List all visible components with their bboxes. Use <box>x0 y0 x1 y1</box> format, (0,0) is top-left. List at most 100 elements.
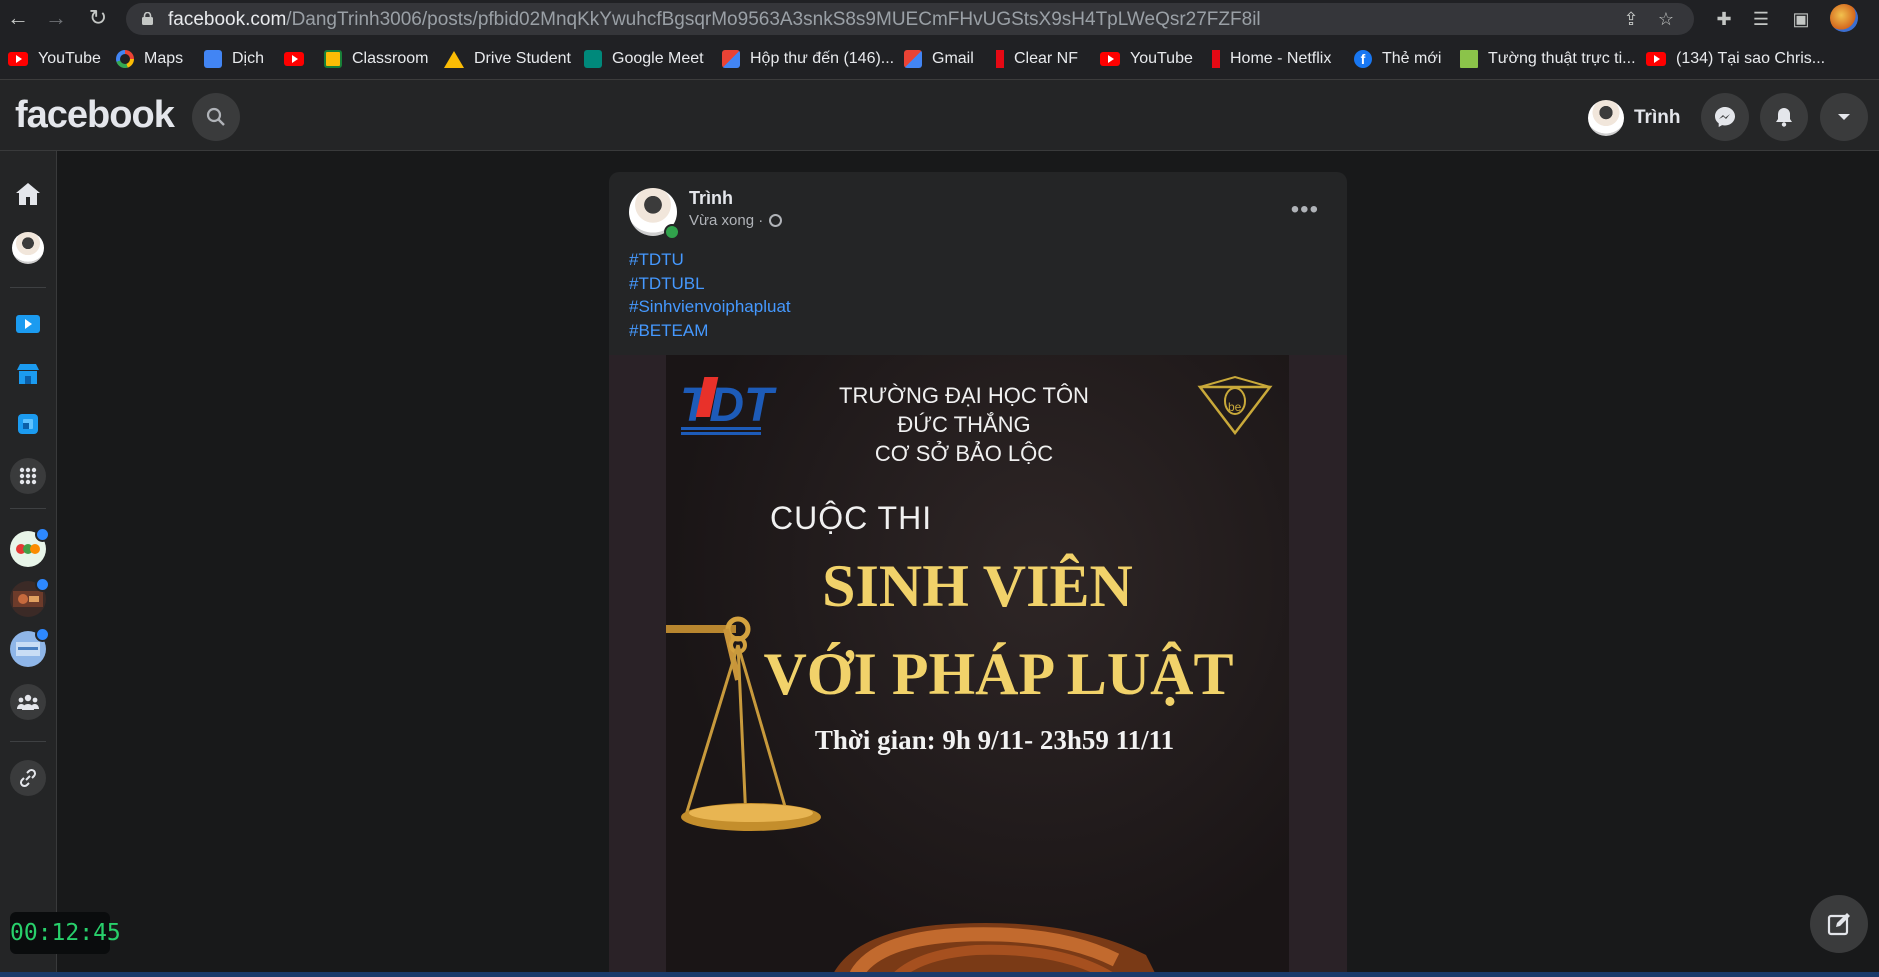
messenger-button[interactable] <box>1701 93 1749 141</box>
youtube-icon <box>1646 52 1666 66</box>
site-icon <box>1460 50 1478 68</box>
beteam-badge-icon: be <box>1197 375 1273 435</box>
contest-poster-image[interactable]: TDT TRƯỜNG ĐẠI HỌC TÔN ĐỨC THẮNG CƠ SỞ B… <box>666 355 1289 977</box>
back-arrow-icon[interactable]: ← <box>6 6 30 30</box>
profile-name: Trình <box>1634 107 1681 128</box>
unread-dot <box>35 627 50 642</box>
bookmark-clear-nf[interactable]: Clear NF <box>996 48 1078 70</box>
search-icon <box>206 107 225 126</box>
gavel-illustration <box>831 923 1157 977</box>
link-button[interactable] <box>10 760 46 796</box>
bookmark-drive-student[interactable]: Drive Student <box>444 48 571 70</box>
notifications-button[interactable] <box>1760 93 1808 141</box>
star-icon[interactable]: ☆ <box>1656 9 1676 29</box>
globe-icon <box>769 214 783 227</box>
facebook-logo[interactable]: facebook <box>15 94 175 137</box>
profile-shortcut[interactable]: Trình <box>1588 98 1680 138</box>
hashtag-link[interactable]: #Sinhvienvoiphapluat <box>629 295 791 319</box>
url-text[interactable]: facebook.com/DangTrinh3006/posts/pfbid02… <box>168 9 1261 31</box>
compose-icon <box>1827 913 1850 936</box>
post-author-name[interactable]: Trình <box>689 188 733 209</box>
tdt-university-logo: TDT <box>680 377 777 435</box>
svg-text:be: be <box>1228 400 1242 414</box>
shortcut-page-1[interactable] <box>10 527 50 567</box>
classroom-icon <box>324 50 342 68</box>
video-icon <box>16 315 40 333</box>
bookmark-translate[interactable]: Dịch <box>204 48 264 70</box>
bookmark-maps[interactable]: Maps <box>116 48 183 70</box>
browser-toolbar: ← → ↻ facebook.com/DangTrinh3006/posts/p… <box>0 0 1879 37</box>
group-thumbnail-icon <box>16 642 40 656</box>
youtube-icon <box>8 52 28 66</box>
lock-icon <box>142 12 153 25</box>
forward-arrow-icon[interactable]: → <box>44 6 68 30</box>
post-hashtags: #TDTU #TDTUBL #Sinhvienvoiphapluat #BETE… <box>629 248 791 342</box>
bookmark-live-report[interactable]: Tường thuật trực ti... <box>1460 48 1636 70</box>
shop-icon <box>17 364 39 384</box>
hashtag-link[interactable]: #TDTUBL <box>629 272 791 296</box>
online-status-dot <box>664 224 680 240</box>
youtube-icon <box>1100 52 1120 66</box>
recording-timer: 00:12:45 <box>10 912 121 954</box>
gmail-icon <box>904 50 922 68</box>
tdt-logo-text: TDT <box>680 379 777 432</box>
hashtag-link[interactable]: #BETEAM <box>629 319 791 343</box>
bookmark-youtube-video[interactable]: (134) Tại sao Chris... <box>1646 48 1825 70</box>
post-timestamp[interactable]: Vừa xong · <box>689 212 763 229</box>
chevron-down-icon <box>1838 114 1850 120</box>
taskbar-edge <box>0 972 1879 977</box>
more-options-icon[interactable]: ••• <box>1291 196 1319 224</box>
share-icon[interactable]: ⇪ <box>1621 9 1641 29</box>
bookmark-home-netflix[interactable]: Home - Netflix <box>1212 48 1331 70</box>
home-icon <box>16 183 40 205</box>
gmail-icon <box>722 50 740 68</box>
groups-button[interactable] <box>10 684 46 720</box>
bookmark-youtube-icon-only[interactable] <box>284 48 314 70</box>
marketplace-button[interactable] <box>10 356 46 392</box>
rail-divider <box>10 508 46 509</box>
netflix-icon <box>1212 50 1220 68</box>
post-media[interactable]: TDT TRƯỜNG ĐẠI HỌC TÔN ĐỨC THẮNG CƠ SỞ B… <box>609 355 1347 977</box>
youtube-icon <box>284 52 304 66</box>
google-icon <box>116 50 134 68</box>
reload-icon[interactable]: ↻ <box>86 6 110 30</box>
messenger-icon <box>1715 107 1735 127</box>
shortcut-page-2[interactable] <box>10 577 50 617</box>
new-message-button[interactable] <box>1810 895 1868 953</box>
avatar <box>1588 100 1624 136</box>
netflix-icon <box>996 50 1004 68</box>
profile-avatar-icon[interactable] <box>1830 4 1858 32</box>
groups-icon <box>17 694 39 710</box>
grid-menu-icon <box>19 467 37 485</box>
gaming-icon <box>18 414 38 434</box>
side-panel-icon[interactable]: ▣ <box>1790 8 1812 30</box>
gaming-button[interactable] <box>10 406 46 442</box>
bookmark-youtube-2[interactable]: YouTube <box>1100 48 1193 70</box>
shortcut-group[interactable] <box>10 627 50 667</box>
page-thumbnail-icon <box>16 544 40 554</box>
bookmark-inbox[interactable]: Hộp thư đến (146)... <box>722 48 894 70</box>
hashtag-link[interactable]: #TDTU <box>629 248 791 272</box>
bookmark-youtube[interactable]: YouTube <box>8 48 101 70</box>
post-card: Trình Vừa xong · ••• #TDTU #TDTUBL #Sinh… <box>609 172 1347 977</box>
search-button[interactable] <box>192 93 240 141</box>
profile-avatar[interactable] <box>12 232 44 264</box>
account-menu-button[interactable] <box>1820 93 1868 141</box>
link-icon <box>19 768 37 788</box>
left-navigation-rail <box>0 151 57 977</box>
bookmark-gmail[interactable]: Gmail <box>904 48 974 70</box>
reading-list-icon[interactable]: ☰ <box>1750 8 1772 30</box>
bookmarks-bar: YouTube Maps Dịch Classroom Drive Studen… <box>0 37 1879 80</box>
bookmark-new-tab[interactable]: f Thẻ mới <box>1354 48 1441 70</box>
address-bar[interactable]: facebook.com/DangTrinh3006/posts/pfbid02… <box>126 3 1694 35</box>
contest-label: CUỘC THI <box>770 500 933 536</box>
bookmark-google-meet[interactable]: Google Meet <box>584 48 704 70</box>
watch-button[interactable] <box>10 306 46 342</box>
bookmark-classroom[interactable]: Classroom <box>324 48 428 70</box>
menu-button[interactable] <box>10 458 46 494</box>
translate-icon <box>204 50 222 68</box>
post-meta: Vừa xong · <box>689 212 783 229</box>
meet-icon <box>584 50 602 68</box>
home-button[interactable] <box>10 176 46 212</box>
extensions-icon[interactable]: ✚ <box>1713 8 1735 30</box>
